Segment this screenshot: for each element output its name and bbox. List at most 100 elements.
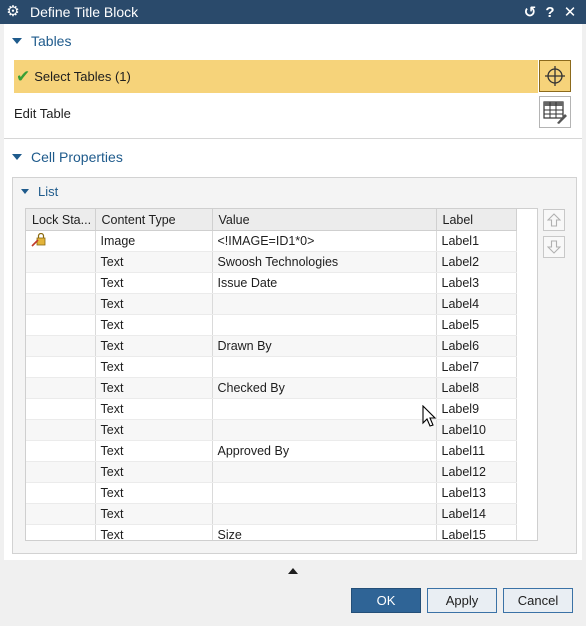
- value-cell: [212, 314, 437, 336]
- cell-properties-header[interactable]: Cell Properties: [12, 145, 123, 169]
- column-header-content-type[interactable]: Content Type: [95, 209, 213, 231]
- lock-cell: [26, 272, 96, 294]
- label-cell: Label6: [436, 335, 517, 357]
- table-row[interactable]: Text Label4: [26, 293, 517, 315]
- content-type-cell: Text: [95, 335, 213, 357]
- window-title: Define Title Block: [30, 4, 139, 20]
- arrow-down-icon: [547, 240, 561, 254]
- column-header-lock-status[interactable]: Lock Sta...: [26, 209, 96, 231]
- label-cell: Label11: [436, 440, 517, 462]
- content-type-cell: Image: [95, 230, 213, 252]
- value-cell: Issue Date: [212, 272, 437, 294]
- crosshair-icon: [545, 66, 565, 86]
- value-cell: [212, 503, 437, 525]
- lock-cell: [26, 293, 96, 315]
- content-type-cell: Text: [95, 440, 213, 462]
- column-header-label[interactable]: Label: [436, 209, 517, 231]
- content-type-cell: Text: [95, 272, 213, 294]
- lock-cell: [26, 524, 96, 540]
- lock-cell: [26, 419, 96, 441]
- select-tables-row[interactable]: ✔ Select Tables (1): [14, 60, 538, 93]
- label-cell: Label13: [436, 482, 517, 504]
- table-row[interactable]: Text Label10: [26, 419, 517, 441]
- value-cell: Drawn By: [212, 335, 437, 357]
- move-up-button[interactable]: [543, 209, 565, 231]
- cancel-button[interactable]: Cancel: [503, 588, 573, 613]
- chevron-down-icon: [21, 189, 29, 194]
- content-type-cell: Text: [95, 377, 213, 399]
- arrow-up-icon: [547, 213, 561, 227]
- lock-cell: [26, 482, 96, 504]
- table-row[interactable]: Text Approved By Label11: [26, 440, 517, 462]
- lock-cell: [26, 440, 96, 462]
- table-row[interactable]: Text Issue Date Label3: [26, 272, 517, 294]
- edit-table-label: Edit Table: [14, 106, 71, 121]
- lock-cell: [26, 251, 96, 273]
- help-button[interactable]: ?: [540, 4, 560, 21]
- dialog-body: Tables ✔ Select Tables (1) Edit Table Ce…: [4, 24, 582, 560]
- value-cell: <!IMAGE=ID1*0>: [212, 230, 437, 252]
- close-button[interactable]: ✕: [560, 3, 580, 21]
- value-cell: Approved By: [212, 440, 437, 462]
- section-divider: [4, 138, 582, 139]
- list-group: List Lock Sta... Content Type Value Labe…: [12, 177, 577, 554]
- checkmark-icon: ✔: [16, 66, 31, 86]
- list-header[interactable]: List: [21, 184, 58, 199]
- select-tables-button[interactable]: [539, 60, 571, 92]
- list-title: List: [38, 184, 59, 199]
- lock-cell: [26, 377, 96, 399]
- table-row[interactable]: Text Label14: [26, 503, 517, 525]
- lock-cell: [26, 314, 96, 336]
- value-cell: [212, 398, 437, 420]
- apply-button[interactable]: Apply: [427, 588, 497, 613]
- content-type-cell: Text: [95, 251, 213, 273]
- label-cell: Label10: [436, 419, 517, 441]
- edit-table-button[interactable]: [539, 96, 571, 128]
- cell-list-table[interactable]: Lock Sta... Content Type Value Label Ima…: [25, 208, 538, 541]
- label-cell: Label4: [436, 293, 517, 315]
- lock-cell: [26, 356, 96, 378]
- vertical-scrollbar[interactable]: [537, 249, 538, 425]
- dialog-footer: OK Apply Cancel: [0, 560, 586, 626]
- table-row[interactable]: Text Swoosh Technologies Label2: [26, 251, 517, 273]
- lock-cell: [26, 398, 96, 420]
- label-cell: Label7: [436, 356, 517, 378]
- label-cell: Label8: [436, 377, 517, 399]
- table-row[interactable]: Text Label13: [26, 482, 517, 504]
- table-row[interactable]: Image <!IMAGE=ID1*0> Label1: [26, 230, 517, 252]
- content-type-cell: Text: [95, 419, 213, 441]
- tables-section-header[interactable]: Tables: [12, 29, 71, 53]
- table-row[interactable]: Text Label5: [26, 314, 517, 336]
- table-row[interactable]: Text Label9: [26, 398, 517, 420]
- content-type-cell: Text: [95, 356, 213, 378]
- table-row[interactable]: Text Label7: [26, 356, 517, 378]
- column-header-value[interactable]: Value: [212, 209, 437, 231]
- content-type-cell: Text: [95, 314, 213, 336]
- value-cell: Swoosh Technologies: [212, 251, 437, 273]
- content-type-cell: Text: [95, 524, 213, 540]
- table-row[interactable]: Text Checked By Label8: [26, 377, 517, 399]
- label-cell: Label9: [436, 398, 517, 420]
- table-row[interactable]: Text Label12: [26, 461, 517, 483]
- content-type-cell: Text: [95, 398, 213, 420]
- table-row[interactable]: Text Drawn By Label6: [26, 335, 517, 357]
- tables-section-title: Tables: [31, 33, 72, 49]
- value-cell: Size: [212, 524, 437, 540]
- move-down-button[interactable]: [543, 236, 565, 258]
- mouse-cursor-icon: [422, 405, 437, 427]
- label-cell: Label14: [436, 503, 517, 525]
- table-edit-icon: [543, 101, 567, 124]
- label-cell: Label5: [436, 314, 517, 336]
- chevron-down-icon: [12, 38, 22, 44]
- cell-properties-title: Cell Properties: [31, 149, 123, 165]
- lock-key-icon: [31, 232, 46, 247]
- chevron-up-icon[interactable]: [288, 568, 298, 574]
- chevron-down-icon: [12, 154, 22, 160]
- reset-button[interactable]: ↺: [520, 3, 540, 21]
- ok-button[interactable]: OK: [351, 588, 421, 613]
- table-row[interactable]: Text Size Label15: [26, 524, 517, 540]
- label-cell: Label15: [436, 524, 517, 540]
- select-tables-label: Select Tables (1): [34, 69, 131, 84]
- content-type-cell: Text: [95, 482, 213, 504]
- content-type-cell: Text: [95, 293, 213, 315]
